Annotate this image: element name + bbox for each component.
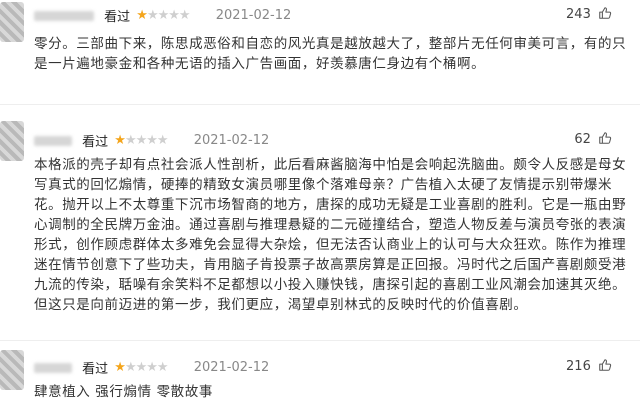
divider xyxy=(0,340,640,341)
star-empty-icon: ★★★★ xyxy=(124,360,169,375)
review-meta: 看过 ★★★★★ 2021-02-12 216 xyxy=(34,358,632,378)
divider xyxy=(0,104,640,105)
review-item: 看过 ★★★★★ 2021-02-12 243 零分。三部曲下来，陈思成恶俗和自… xyxy=(0,0,640,93)
vote-count[interactable]: 216 xyxy=(566,358,612,374)
username-redacted[interactable] xyxy=(34,362,72,373)
watch-status: 看过 xyxy=(82,362,109,377)
vote-number: 216 xyxy=(566,359,591,374)
star-filled-icon: ★ xyxy=(114,133,126,148)
review-meta: 看过 ★★★★★ 2021-02-12 62 xyxy=(34,131,632,151)
review-date: 2021-02-12 xyxy=(193,360,270,375)
username-redacted[interactable] xyxy=(34,135,72,146)
review-meta: 看过 ★★★★★ 2021-02-12 243 xyxy=(34,6,632,26)
thumb-up-icon[interactable] xyxy=(598,358,612,372)
rating-stars: ★★★★★ xyxy=(114,133,169,148)
avatar[interactable] xyxy=(0,2,24,42)
review-content: 本格派的壳子却有点社会派人性剖析，此后看麻酱脑海中怕是会响起洗脑曲。颇令人反感是… xyxy=(34,157,627,313)
rating-stars: ★★★★★ xyxy=(136,8,191,23)
watch-status: 看过 xyxy=(104,10,131,25)
thumb-up-icon[interactable] xyxy=(598,131,612,145)
vote-number: 62 xyxy=(574,132,591,147)
review-content: 零分。三部曲下来，陈思成恶俗和自恋的风光真是越放越大了，整部片无任何审美可言，有… xyxy=(34,36,627,72)
star-filled-icon: ★ xyxy=(114,360,126,375)
vote-count[interactable]: 62 xyxy=(574,131,612,147)
review-date: 2021-02-12 xyxy=(215,8,292,23)
thumb-up-icon[interactable] xyxy=(598,6,612,20)
avatar[interactable] xyxy=(0,350,24,390)
star-empty-icon: ★★★★ xyxy=(124,133,169,148)
avatar[interactable] xyxy=(0,121,24,161)
vote-count[interactable]: 243 xyxy=(566,6,612,22)
star-empty-icon: ★★★★ xyxy=(146,8,191,23)
review-item: 看过 ★★★★★ 2021-02-12 216 肆意植入 强行煽情 零散故事 xyxy=(0,350,640,410)
review-content: 肆意植入 强行煽情 零散故事 xyxy=(34,384,213,400)
star-filled-icon: ★ xyxy=(136,8,148,23)
review-item: 看过 ★★★★★ 2021-02-12 62 本格派的壳子却有点社会派人性剖析，… xyxy=(0,117,640,377)
username-redacted[interactable] xyxy=(34,10,94,21)
watch-status: 看过 xyxy=(82,135,109,150)
rating-stars: ★★★★★ xyxy=(114,360,169,375)
review-date: 2021-02-12 xyxy=(193,133,270,148)
vote-number: 243 xyxy=(566,7,591,22)
